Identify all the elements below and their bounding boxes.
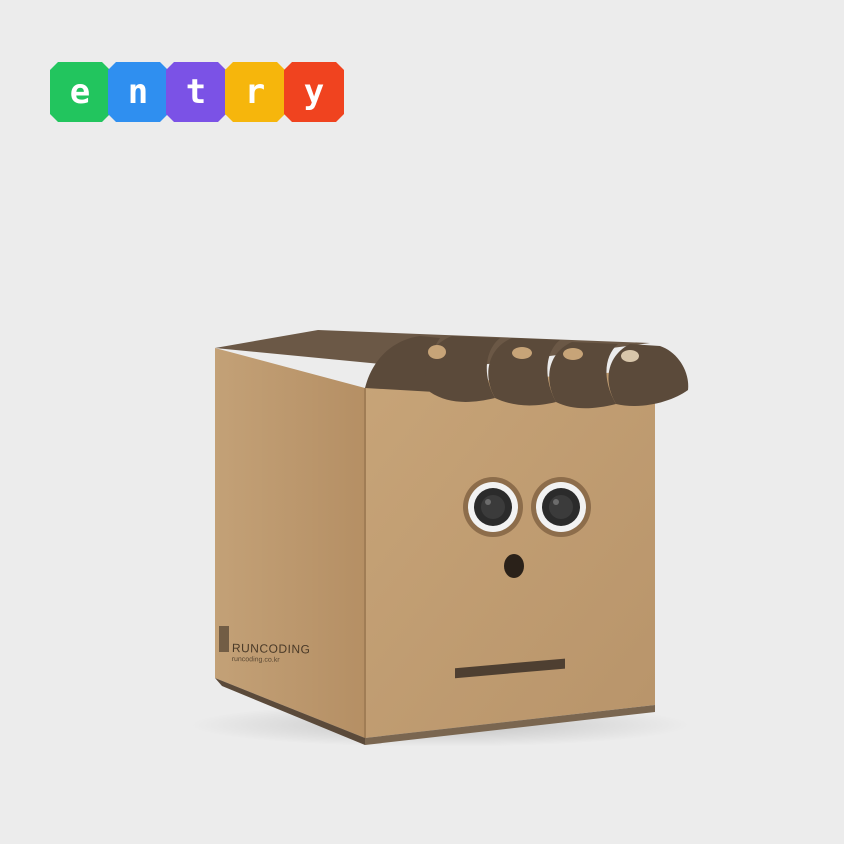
hair-cutout: [621, 350, 639, 362]
hair-cutout: [512, 347, 532, 359]
right-eye-sensor: [531, 477, 591, 537]
qr-mark-icon: [219, 626, 229, 652]
photo-scene: e n t r y RUNCODING runcoding.co.kr: [0, 0, 844, 844]
left-eye-sensor: [463, 477, 523, 537]
brand-url: runcoding.co.kr: [231, 655, 280, 664]
box-brand-print: RUNCODING runcoding.co.kr: [231, 641, 311, 665]
box-left-face: [215, 348, 365, 738]
cardboard-robot-box: [190, 330, 690, 747]
hair-cutout: [428, 345, 446, 359]
brand-name: RUNCODING: [231, 641, 311, 657]
box-front-face: [365, 370, 655, 738]
hair-cutout: [563, 348, 583, 360]
mouth-hole: [504, 554, 524, 578]
